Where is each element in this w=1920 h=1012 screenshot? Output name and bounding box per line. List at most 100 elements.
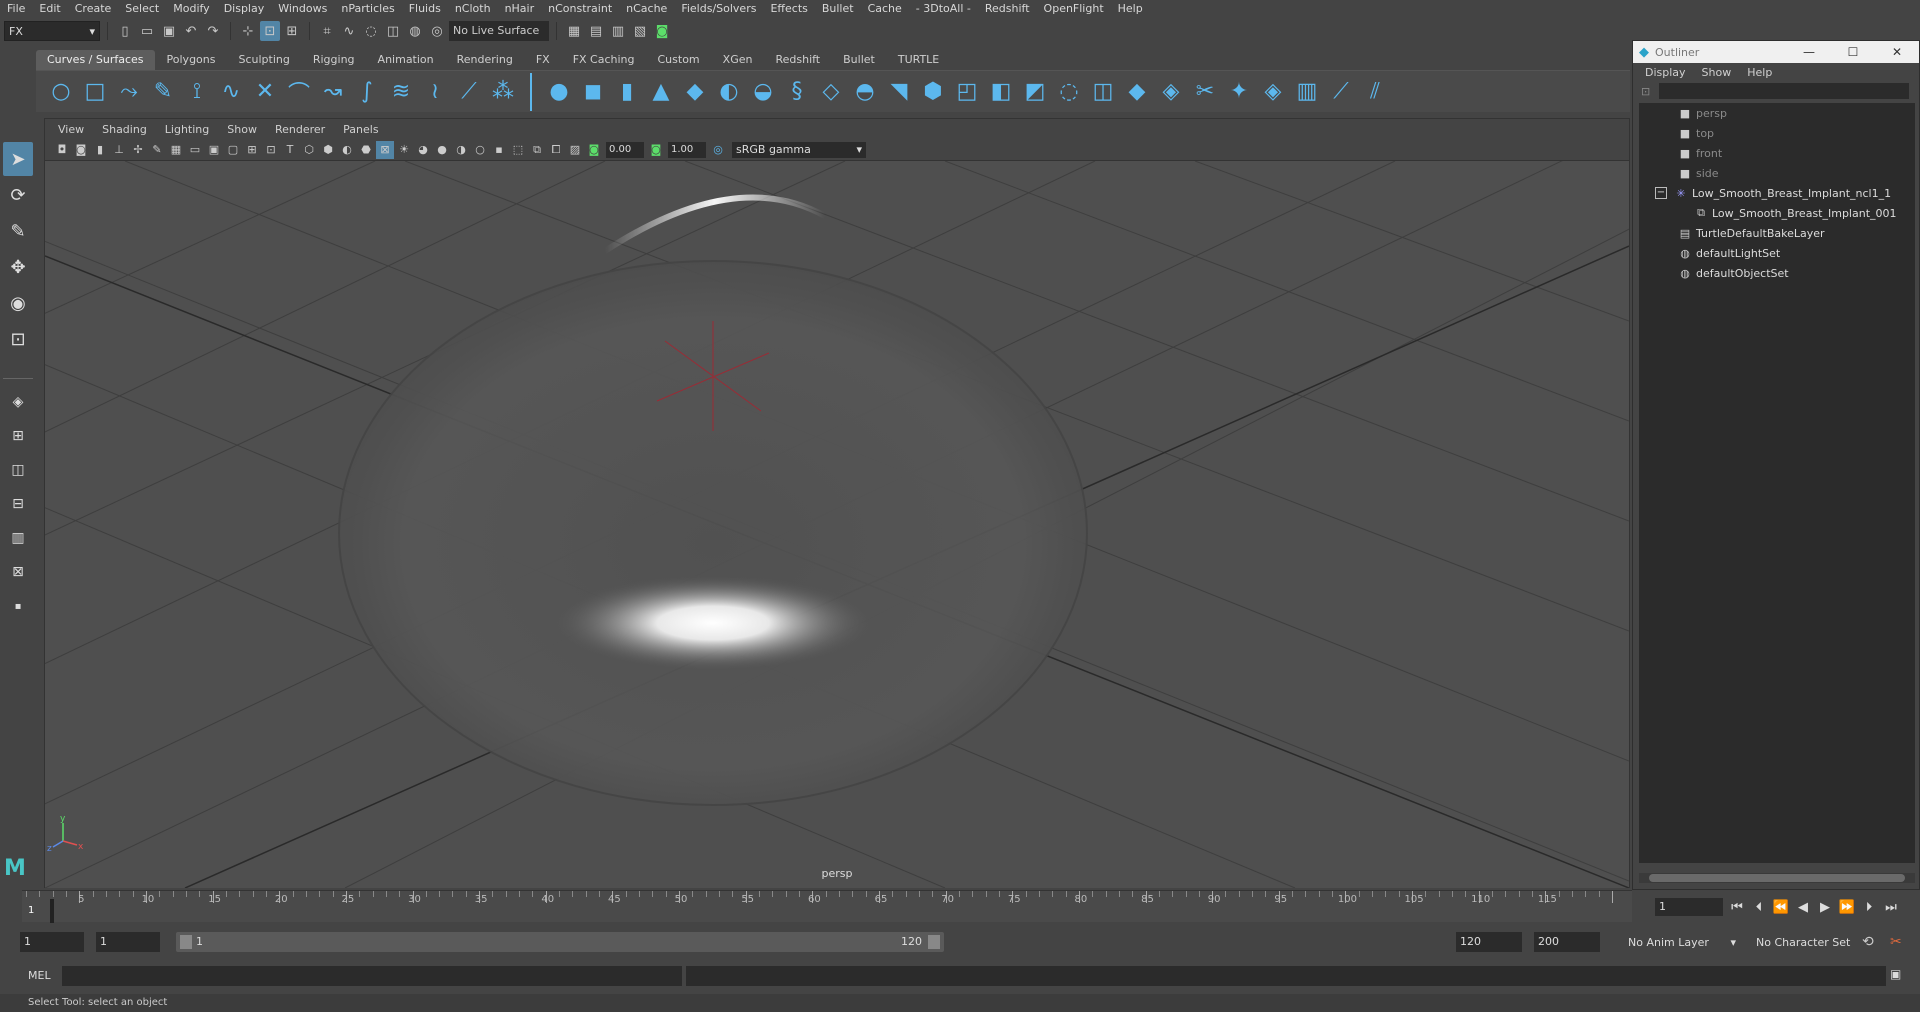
untrim-icon[interactable]: ◆ (1120, 75, 1154, 109)
four-pane-layout-icon[interactable]: ⊞ (3, 421, 33, 451)
motion-blur-icon[interactable]: ◑ (452, 141, 470, 159)
menu-cache[interactable]: Cache (861, 0, 909, 18)
select-hierarchy-icon[interactable]: ⊹ (238, 21, 258, 41)
outliner-item[interactable]: ▤ TurtleDefaultBakeLayer (1639, 223, 1915, 243)
wireframe-on-shaded-icon[interactable]: ⬣ (357, 141, 375, 159)
nurbs-square-icon[interactable]: □ (78, 75, 112, 109)
menu-edit[interactable]: Edit (32, 0, 67, 18)
scrollbar-thumb[interactable] (1649, 874, 1905, 882)
shelf-tab-curves-surfaces[interactable]: Curves / Surfaces (36, 50, 155, 70)
select-tool-icon[interactable]: ➤ (3, 142, 33, 176)
menu-nhair[interactable]: nHair (498, 0, 542, 18)
select-component-icon[interactable]: ⊞ (282, 21, 302, 41)
step-forward-frame-icon[interactable]: ⏵ (1860, 897, 1878, 917)
gamma-field[interactable]: 1.00 (668, 141, 706, 158)
shelf-tab-sculpting[interactable]: Sculpting (227, 50, 301, 70)
birail-icon[interactable]: ◥ (882, 75, 916, 109)
snap-curve-icon[interactable]: ∿ (339, 21, 359, 41)
field-chart-icon[interactable]: ⊞ (243, 141, 261, 159)
menu-redshift[interactable]: Redshift (978, 0, 1037, 18)
panel-menu-show[interactable]: Show (218, 123, 266, 136)
outliner-item[interactable]: ◍ defaultLightSet (1639, 243, 1915, 263)
intersect-surface-icon[interactable]: ◌ (1052, 75, 1086, 109)
revolve-icon[interactable]: ◒ (746, 75, 780, 109)
viewport-3d[interactable]: y x z persp (45, 161, 1629, 888)
menu-modify[interactable]: Modify (166, 0, 216, 18)
two-pane-stacked-layout-icon[interactable]: ⊟ (3, 489, 33, 519)
gamma-icon[interactable]: ◙ (647, 141, 665, 159)
range-end-handle[interactable] (928, 935, 940, 949)
camera-ui-icon[interactable]: ▨ (566, 141, 584, 159)
safe-title-icon[interactable]: T (281, 141, 299, 159)
menu-fields-solvers[interactable]: Fields/Solvers (674, 0, 763, 18)
menu-create[interactable]: Create (68, 0, 119, 18)
default-material-icon[interactable]: ◐ (338, 141, 356, 159)
maximize-icon[interactable]: ☐ (1831, 45, 1875, 59)
make-live-icon[interactable]: ◎ (427, 21, 447, 41)
step-back-frame-icon[interactable]: ⏴ (1750, 897, 1768, 917)
single-pane-layout-icon[interactable]: ◈ (3, 387, 33, 417)
close-icon[interactable]: ✕ (1875, 45, 1919, 59)
panel-menu-panels[interactable]: Panels (334, 123, 387, 136)
nurbs-cone-icon[interactable]: ▲ (644, 75, 678, 109)
ipr-render-icon[interactable]: ▥ (608, 21, 628, 41)
xray-joints-icon[interactable]: ⧉ (528, 141, 546, 159)
menu-ncloth[interactable]: nCloth (448, 0, 498, 18)
loft-icon[interactable]: § (780, 75, 814, 109)
cv-curve-icon[interactable]: ⟟ (180, 75, 214, 109)
resolution-gate-icon[interactable]: ▣ (205, 141, 223, 159)
attach-curves-icon[interactable]: ⌒ (282, 75, 316, 109)
outliner-item[interactable]: ■ top (1639, 123, 1915, 143)
exposure-field[interactable]: 0.00 (606, 141, 644, 158)
isolate-select-icon[interactable]: ⬚ (509, 141, 527, 159)
outliner-menu-show[interactable]: Show (1694, 66, 1740, 79)
insert-knot-icon[interactable]: ⁂ (486, 75, 520, 109)
bezier-curve-icon[interactable]: ∿ (214, 75, 248, 109)
open-scene-icon[interactable]: ▭ (137, 21, 157, 41)
menu-nparticles[interactable]: nParticles (334, 0, 401, 18)
playback-start-field[interactable]: 1 (96, 932, 160, 952)
menu-effects[interactable]: Effects (763, 0, 814, 18)
render-frame-icon[interactable]: ▤ (586, 21, 606, 41)
lasso-tool-icon[interactable]: ⟳ (3, 178, 33, 212)
shelf-tab-turtle[interactable]: TURTLE (886, 50, 951, 70)
anim-preferences-icon[interactable]: ✂ (1890, 934, 1902, 950)
nurbs-torus-icon[interactable]: ◐ (712, 75, 746, 109)
multisample-aa-icon[interactable]: ○ (471, 141, 489, 159)
scale-tool-icon[interactable]: ⊡ (3, 322, 33, 356)
offset-curve-icon[interactable]: ≋ (384, 75, 418, 109)
nurbs-plane-icon[interactable]: ◆ (678, 75, 712, 109)
time-slider[interactable]: 1 5 10 15 20 25 30 35 40 45 50 55 60 65 70 75 80 85 90 95 1… (22, 890, 1632, 923)
paint-select-tool-icon[interactable]: ✎ (3, 214, 33, 248)
go-to-start-icon[interactable]: ⏮ (1728, 897, 1746, 917)
step-back-key-icon[interactable]: ⏪ (1772, 897, 1790, 917)
detach-curves-icon[interactable]: ↝ (316, 75, 350, 109)
menu-bullet[interactable]: Bullet (815, 0, 861, 18)
detach-surfaces-icon[interactable]: ✂ (1188, 75, 1222, 109)
film-gate-icon[interactable]: ▭ (186, 141, 204, 159)
menu-windows[interactable]: Windows (271, 0, 334, 18)
range-start-handle[interactable] (180, 935, 192, 949)
nurbs-cube-icon[interactable]: ◼ (576, 75, 610, 109)
xray-icon[interactable]: ⊠ (376, 140, 394, 159)
render-settings-icon[interactable]: ▧ (630, 21, 650, 41)
command-input[interactable] (62, 966, 682, 986)
menu-openflight[interactable]: OpenFlight (1037, 0, 1111, 18)
2d-pan-zoom-icon[interactable]: ✢ (129, 141, 147, 159)
wireframe-icon[interactable]: ⬡ (300, 141, 318, 159)
gate-mask-icon[interactable]: ▢ (224, 141, 242, 159)
panel-menu-view[interactable]: View (49, 123, 93, 136)
shelf-tab-rigging[interactable]: Rigging (301, 50, 366, 70)
screen-space-ao-icon[interactable]: ● (433, 141, 451, 159)
outliner-item[interactable]: ■ persp (1639, 103, 1915, 123)
play-forwards-icon[interactable]: ▶ (1816, 897, 1834, 917)
ep-curve-icon[interactable]: ⤳ (112, 75, 146, 109)
grease-pencil-icon[interactable]: ✎ (148, 141, 166, 159)
filter-icon[interactable]: ⊡ (1641, 85, 1650, 98)
insert-isoparm-icon[interactable]: ▥ (1290, 75, 1324, 109)
animation-start-field[interactable]: 1 (20, 932, 84, 952)
minimize-icon[interactable]: — (1787, 45, 1831, 59)
current-frame-marker[interactable] (50, 899, 54, 923)
cut-curve-icon[interactable]: ∫ (350, 75, 384, 109)
graph-persp-layout-icon[interactable]: ⊠ (3, 557, 33, 587)
